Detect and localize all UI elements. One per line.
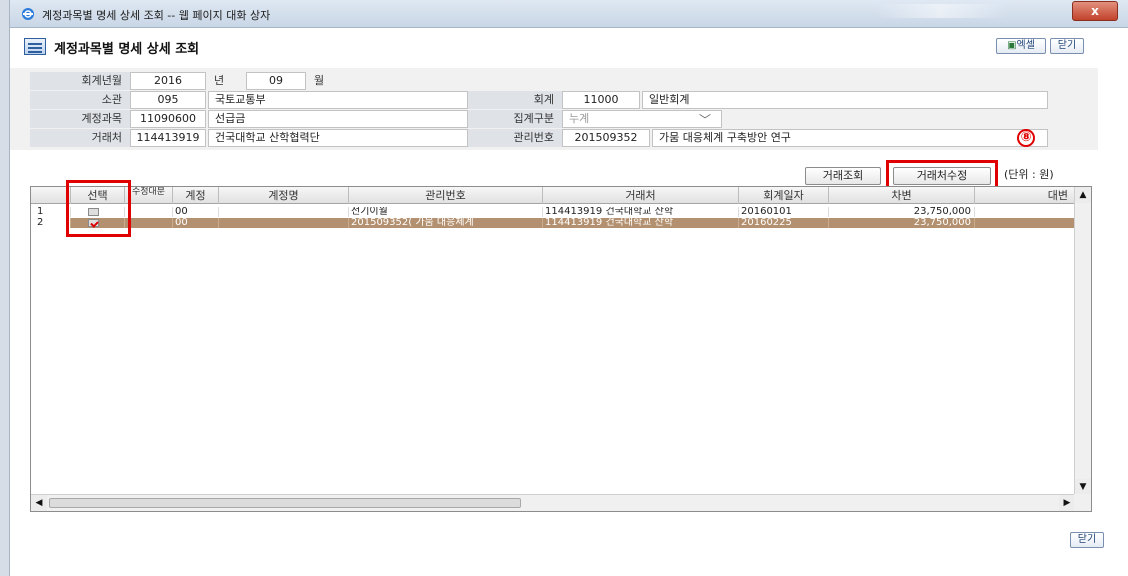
table-row[interactable]: 1 00 전기이월 114413919 건국대학교 산학 20160101 23…	[31, 207, 1075, 217]
footer-close-button[interactable]: 닫기	[1070, 532, 1104, 548]
header-close-button[interactable]: 닫기	[1050, 38, 1084, 54]
account-name-field: 일반회계	[642, 91, 1048, 109]
ie-icon	[22, 8, 34, 20]
window-titlebar: 계정과목별 명세 상세 조회 -- 웹 페이지 대화 상자 x	[10, 0, 1128, 28]
account-cell: 00	[173, 207, 219, 217]
vendor-label: 거래처	[30, 129, 130, 147]
col-mgmt-no-header[interactable]: 관리번호	[349, 187, 543, 204]
titlebar-glare	[876, 4, 1006, 18]
ministry-code-field[interactable]: 095	[130, 91, 206, 109]
vendor-name-field: 건국대학교 산학협력단	[208, 129, 468, 147]
vendor-cell: 114413919 건국대학교 산학	[543, 218, 739, 228]
select-column-highlight	[66, 180, 131, 237]
row-number-header	[31, 187, 71, 204]
account-label: 회계	[468, 91, 562, 109]
edit-cell	[125, 218, 173, 228]
detail-grid: 선택 수정대분 계정 계정명 관리번호 거래처 회계일자 차변 대변 1 00 …	[30, 186, 1092, 512]
scrollbar-corner	[1074, 494, 1091, 511]
month-field[interactable]: 09	[246, 72, 306, 90]
step-marker: ⑧	[1017, 129, 1035, 147]
col-date-header[interactable]: 회계일자	[739, 187, 829, 204]
horizontal-scroll-thumb[interactable]	[49, 498, 521, 508]
col-account-header[interactable]: 계정	[173, 187, 219, 204]
debit-cell: 23,750,000	[829, 207, 975, 217]
vendor-cell: 114413919 건국대학교 산학	[543, 207, 739, 217]
year-unit: 년	[214, 74, 225, 87]
scroll-left-icon[interactable]: ◀	[31, 495, 47, 511]
col-vendor-header[interactable]: 거래처	[543, 187, 739, 204]
page-header: 계정과목별 명세 상세 조회 ▣엑셀 닫기	[10, 28, 1128, 64]
mgmt-no-cell: 전기이월	[349, 207, 543, 217]
edit-cell	[125, 207, 173, 217]
col-debit-header[interactable]: 차변	[829, 187, 975, 204]
chevron-down-icon: ﹀	[698, 113, 711, 127]
col-edit-header[interactable]: 수정대분	[125, 187, 173, 204]
date-cell: 20160101	[739, 207, 829, 217]
col-account-name-header[interactable]: 계정명	[219, 187, 349, 204]
grid-header: 선택 수정대분 계정 계정명 관리번호 거래처 회계일자 차변 대변	[31, 187, 1075, 204]
search-form: 회계년월 2016 년 09 월 소관 095 국토교통부 회계 11000 일…	[10, 68, 1098, 150]
account-name-cell	[219, 218, 349, 228]
vendor-lookup-button[interactable]: 거래조회	[805, 167, 881, 185]
account-name-cell	[219, 207, 349, 217]
table-row-selected[interactable]: 2 00 201509352( 가뭄 대응체계 114413919 건국대학교 …	[31, 218, 1075, 228]
vendor-code-field[interactable]: 114413919	[130, 129, 206, 147]
ministry-name-field: 국토교통부	[208, 91, 468, 109]
scroll-down-icon[interactable]: ▼	[1075, 479, 1091, 495]
credit-cell	[975, 207, 1075, 217]
aggregation-label: 집계구분	[468, 110, 562, 128]
mgmt-no-cell: 201509352( 가뭄 대응체계	[349, 218, 543, 228]
year-month-label: 회계년월	[30, 72, 130, 90]
mgmt-no-label: 관리번호	[468, 129, 562, 147]
list-icon	[24, 38, 46, 55]
account-cell: 00	[173, 218, 219, 228]
scroll-up-icon[interactable]: ▲	[1075, 187, 1091, 203]
aggregation-value: 누계	[569, 112, 590, 125]
ministry-label: 소관	[30, 91, 130, 109]
page-title: 계정과목별 명세 상세 조회	[54, 42, 200, 57]
mgmt-no-field[interactable]: 201509352	[562, 129, 650, 147]
excel-button[interactable]: ▣엑셀	[996, 38, 1046, 54]
grid-horizontal-scrollbar[interactable]: ◀ ▶	[31, 494, 1075, 511]
row-number: 2	[31, 218, 71, 228]
month-unit: 월	[314, 74, 325, 87]
excel-label: 엑셀	[1016, 40, 1035, 51]
window-close-button[interactable]: x	[1072, 1, 1118, 21]
date-cell: 20160225	[739, 218, 829, 228]
subject-code-field[interactable]: 11090600	[130, 110, 206, 128]
subject-name-field: 선급금	[208, 110, 468, 128]
excel-icon: ▣	[1007, 40, 1017, 51]
account-code-field[interactable]: 11000	[562, 91, 640, 109]
window-left-edge	[0, 0, 10, 576]
scroll-right-icon[interactable]: ▶	[1059, 495, 1075, 511]
window-title: 계정과목별 명세 상세 조회 -- 웹 페이지 대화 상자	[42, 9, 271, 22]
aggregation-select[interactable]: 누계 ﹀	[562, 110, 722, 128]
subject-label: 계정과목	[30, 110, 130, 128]
year-field[interactable]: 2016	[130, 72, 206, 90]
mgmt-name-field: 가뭄 대응체계 구축방안 연구	[652, 129, 1048, 147]
grid-vertical-scrollbar[interactable]: ▲ ▼	[1074, 187, 1091, 495]
credit-cell	[975, 218, 1075, 228]
col-credit-header[interactable]: 대변	[975, 187, 1075, 204]
unit-label: (단위 : 원)	[1004, 168, 1054, 181]
row-number: 1	[31, 207, 71, 217]
debit-cell: 23,750,000	[829, 218, 975, 228]
